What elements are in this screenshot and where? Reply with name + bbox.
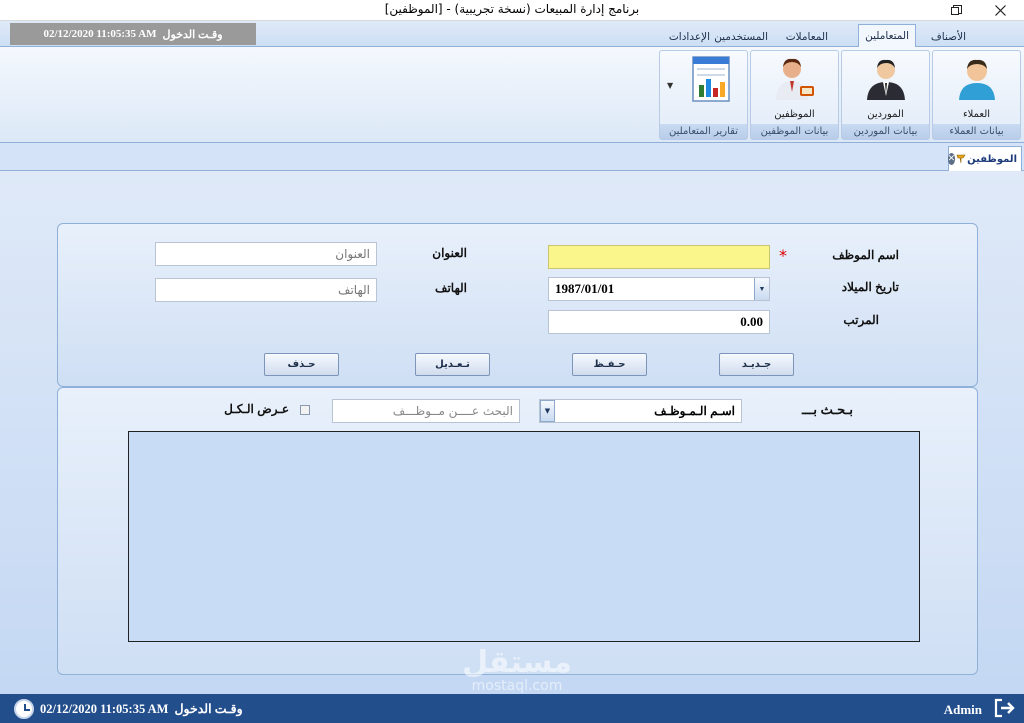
- content-area: اسم الموظف * تاريخ الميلاد 1987/01/01 ▼ …: [0, 171, 1024, 694]
- status-login-value: 02/12/2020 11:05:35 AM: [40, 701, 169, 716]
- ribbon-panel: العملاء بيانات العملاء الموردين بيانات ا…: [0, 47, 1024, 143]
- suppliers-label: الموردين: [867, 109, 904, 120]
- save-button[interactable]: حـفـظ: [572, 353, 647, 376]
- customer-icon: [953, 55, 1001, 103]
- report-chart-icon: [687, 55, 735, 103]
- doc-tab-label: الموظفين: [967, 153, 1017, 165]
- supplier-icon: [862, 55, 910, 103]
- delete-button[interactable]: حـذف: [264, 353, 339, 376]
- employee-name-label: اسم الموظف: [832, 248, 899, 262]
- phone-input[interactable]: الهاتف: [155, 278, 377, 302]
- group-customers: العملاء بيانات العملاء: [932, 50, 1021, 140]
- watermark-logo-text: مستقل: [462, 645, 572, 680]
- status-user: Admin: [944, 698, 1016, 722]
- new-button[interactable]: جـديـد: [719, 353, 794, 376]
- birthdate-label: تاريخ الميلاد: [841, 280, 899, 294]
- tab-dealers[interactable]: المتعاملين: [858, 24, 916, 47]
- login-time-value: 02/12/2020 11:05:35 AM: [43, 28, 157, 40]
- search-input[interactable]: البحث عــــن مــوظـــف: [332, 399, 520, 423]
- title-bar: برنامج إدارة المبيعات (نسخة تجريبية) - […: [0, 0, 1024, 21]
- salary-input[interactable]: 0.00: [548, 310, 770, 334]
- group-dealer-reports: ▼ تقارير المتعاملين: [659, 50, 748, 140]
- employee-form-panel: اسم الموظف * تاريخ الميلاد 1987/01/01 ▼ …: [57, 223, 978, 387]
- tab-settings[interactable]: الإعدادات: [663, 26, 716, 47]
- birthdate-picker[interactable]: 1987/01/01 ▼: [548, 277, 770, 301]
- employees-button[interactable]: الموظفين: [751, 53, 838, 123]
- customers-label: العملاء: [962, 109, 991, 120]
- current-user: Admin: [943, 702, 982, 717]
- doc-tab-employees[interactable]: الموظفين ✕: [947, 146, 1022, 171]
- watermark: مستقل mostaql.com: [452, 645, 582, 695]
- employees-grid[interactable]: [128, 431, 920, 642]
- group-label-customers: بيانات العملاء: [933, 124, 1020, 139]
- logout-icon[interactable]: [994, 698, 1016, 722]
- address-label: العنوان: [432, 246, 467, 260]
- close-button[interactable]: [982, 0, 1018, 20]
- search-panel: بـحـث بـــ اسـم الـمـوظـف ▼ البحث عــــن…: [57, 387, 978, 675]
- status-login-label: وقـت الدخول: [174, 702, 243, 716]
- tab-transactions[interactable]: المعاملات: [780, 26, 834, 47]
- tab-users[interactable]: المستخدمين: [708, 26, 774, 47]
- document-tab-strip: الموظفين ✕: [0, 143, 1024, 171]
- required-mark: *: [779, 246, 787, 265]
- doc-tab-close-icon[interactable]: ✕: [947, 153, 956, 165]
- login-time-label: وقـت الدخول: [162, 28, 223, 41]
- search-field-value: اسـم الـمـوظـف: [654, 404, 735, 418]
- status-bar: وقـت الدخول 02/12/2020 11:05:35 AM Admin: [0, 694, 1024, 723]
- group-label-dealer-reports: تقارير المتعاملين: [660, 124, 747, 139]
- birthdate-value: 1987/01/01: [555, 281, 615, 296]
- chevron-down-icon[interactable]: ▼: [540, 400, 555, 422]
- group-label-suppliers: بيانات الموردين: [842, 124, 929, 139]
- watermark-url: mostaql.com: [471, 678, 563, 694]
- window-title: برنامج إدارة المبيعات (نسخة تجريبية) - […: [384, 2, 640, 16]
- close-icon: [994, 4, 1006, 16]
- status-login-time: وقـت الدخول 02/12/2020 11:05:35 AM: [14, 699, 243, 719]
- pin-icon[interactable]: [955, 152, 967, 167]
- phone-label: الهاتف: [435, 281, 467, 295]
- salary-label: المرتب: [843, 313, 879, 327]
- chevron-down-icon[interactable]: ▼: [754, 278, 769, 300]
- group-suppliers: الموردين بيانات الموردين: [841, 50, 930, 140]
- show-all-checkbox[interactable]: [300, 405, 310, 415]
- suppliers-button[interactable]: الموردين: [842, 53, 929, 123]
- customers-button[interactable]: العملاء: [933, 53, 1020, 123]
- ribbon-tab-strip: وقـت الدخول 02/12/2020 11:05:35 AM الأصن…: [0, 21, 1024, 47]
- clock-icon: [14, 699, 34, 719]
- group-label-employees: بيانات الموظفين: [751, 124, 838, 139]
- restore-icon: [950, 4, 962, 15]
- group-employees: الموظفين بيانات الموظفين: [750, 50, 839, 140]
- edit-button[interactable]: تـعـديل: [415, 353, 490, 376]
- search-by-label: بـحـث بـــ: [801, 402, 853, 417]
- employee-name-input[interactable]: [548, 245, 770, 269]
- show-all-label: عـرض الـكـل: [224, 402, 289, 416]
- search-field-select[interactable]: اسـم الـمـوظـف: [539, 399, 742, 423]
- address-input[interactable]: العنوان: [155, 242, 377, 266]
- tab-items[interactable]: الأصناف: [925, 26, 972, 47]
- employees-label: الموظفين: [774, 109, 815, 120]
- dropdown-arrow-icon[interactable]: ▼: [667, 81, 673, 90]
- employee-icon: [771, 55, 819, 103]
- restore-button[interactable]: [938, 0, 974, 20]
- login-time-box: وقـت الدخول 02/12/2020 11:05:35 AM: [10, 23, 256, 45]
